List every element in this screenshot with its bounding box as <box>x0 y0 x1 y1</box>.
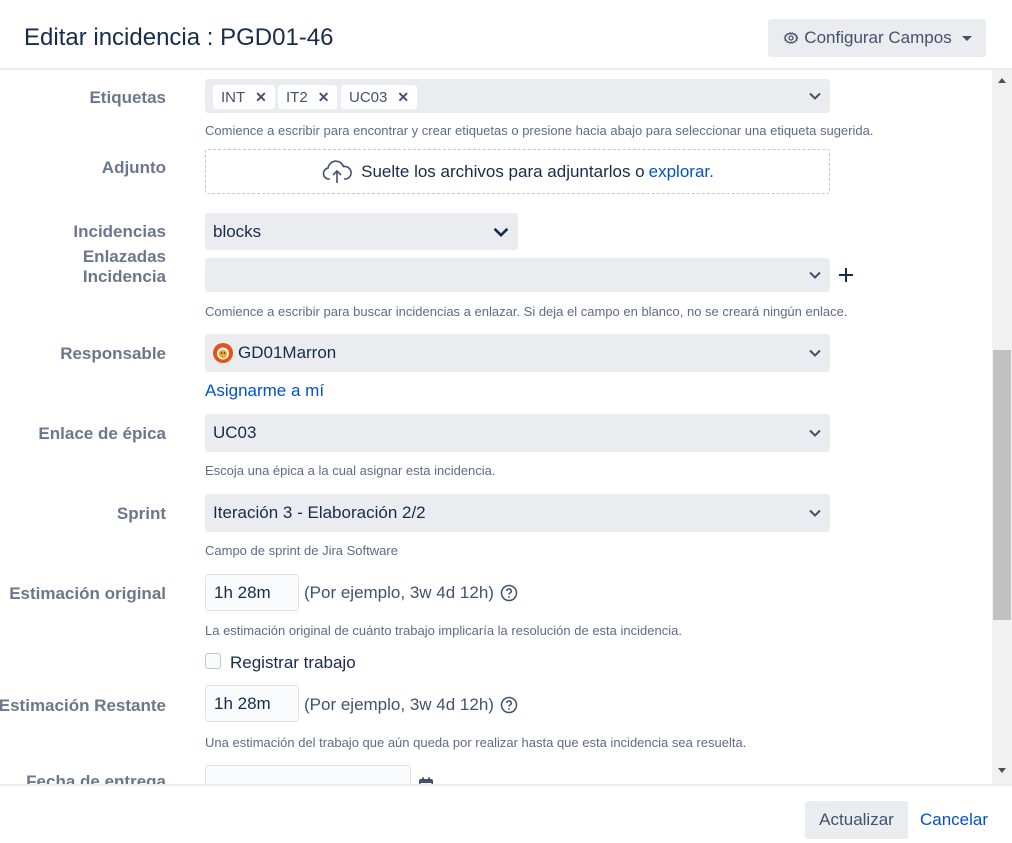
linked-issues-help: Comience a escribir para buscar incidenc… <box>205 304 848 319</box>
scroll-thumb[interactable] <box>993 350 1011 620</box>
gear-icon <box>783 32 799 44</box>
log-work-label: Registrar trabajo <box>230 653 356 672</box>
scrollbar[interactable] <box>992 70 1012 784</box>
linked-issues-label-line1: Incidencias <box>73 222 166 241</box>
dialog-header: Editar incidencia : PGD01-46 Configurar … <box>0 0 1012 70</box>
help-icon[interactable] <box>500 696 518 714</box>
original-estimate-value: 1h 28m <box>214 582 271 602</box>
attachment-dropzone[interactable]: Suelte los archivos para adjuntarlos o e… <box>205 149 830 194</box>
due-date-input[interactable] <box>205 765 411 784</box>
original-estimate-example: (Por ejemplo, 3w 4d 12h) <box>304 583 518 603</box>
epic-link-label: Enlace de épica <box>38 424 166 443</box>
dialog-content: Etiquetas INT ✕ IT2 ✕ UC03 ✕ Comience a esc… <box>0 70 992 784</box>
labels-field[interactable]: INT ✕ IT2 ✕ UC03 ✕ <box>205 79 830 113</box>
log-work-checkbox[interactable] <box>205 653 221 669</box>
remove-tag-icon[interactable]: ✕ <box>397 89 409 106</box>
help-icon[interactable] <box>500 584 518 602</box>
sprint-help: Campo de sprint de Jira Software <box>205 543 398 558</box>
labels-label: Etiquetas <box>89 88 166 107</box>
browse-link[interactable]: explorar. <box>649 162 714 182</box>
remaining-estimate-value: 1h 28m <box>214 693 271 713</box>
issue-label: Incidencia <box>82 267 166 286</box>
epic-link-value: UC03 <box>213 423 257 442</box>
epic-link-help: Escoja una épica a la cual asignar esta … <box>205 463 496 478</box>
cloud-upload-icon <box>322 159 352 183</box>
update-button[interactable]: Actualizar <box>805 801 908 839</box>
sprint-select[interactable]: Iteración 3 - Elaboración 2/2 <box>205 494 830 532</box>
labels-help: Comience a escribir para encontrar y cre… <box>205 123 874 138</box>
assignee-label: Responsable <box>60 344 166 363</box>
tag-uc03: UC03 ✕ <box>341 85 418 109</box>
remove-tag-icon[interactable]: ✕ <box>318 89 330 106</box>
chevron-down-icon[interactable] <box>808 506 822 520</box>
configure-fields-label: Configurar Campos <box>804 28 952 47</box>
dialog-footer: Actualizar Cancelar <box>0 784 1012 843</box>
linked-issues-label-line2: Enlazadas <box>82 247 166 266</box>
remaining-estimate-input[interactable]: 1h 28m <box>205 685 299 722</box>
linked-issue-input[interactable] <box>205 258 830 292</box>
sprint-value: Iteración 3 - Elaboración 2/2 <box>213 503 426 522</box>
original-estimate-label: Estimación original <box>9 584 166 603</box>
tag-int: INT ✕ <box>213 85 275 109</box>
assignee-select[interactable]: GD01Marron <box>205 334 830 372</box>
chevron-down-icon[interactable] <box>808 346 822 360</box>
chevron-down-icon[interactable] <box>808 426 822 440</box>
chevron-down-icon[interactable] <box>808 268 822 282</box>
link-type-select[interactable]: blocks <box>205 213 518 250</box>
caret-down-icon <box>961 35 972 41</box>
cancel-link[interactable]: Cancelar <box>920 810 988 830</box>
assignee-value: GD01Marron <box>238 343 337 362</box>
scroll-up-icon[interactable] <box>998 78 1006 83</box>
dialog-title: Editar incidencia : PGD01-46 <box>24 24 334 51</box>
remaining-estimate-help: Una estimación del trabajo que aún queda… <box>205 735 747 750</box>
tag-it2: IT2 ✕ <box>278 85 338 109</box>
original-estimate-input[interactable]: 1h 28m <box>205 574 299 611</box>
scroll-down-icon[interactable] <box>998 768 1006 773</box>
add-icon[interactable] <box>838 267 854 283</box>
epic-link-select[interactable]: UC03 <box>205 414 830 452</box>
sprint-label: Sprint <box>116 504 166 523</box>
original-estimate-help: La estimación original de cuánto trabajo… <box>205 623 682 638</box>
remaining-estimate-example: (Por ejemplo, 3w 4d 12h) <box>304 695 518 715</box>
configure-fields-button[interactable]: Configurar Campos <box>768 19 986 57</box>
attachment-label: Adjunto <box>101 158 166 177</box>
chevron-down-icon[interactable] <box>492 223 510 241</box>
due-date-label: Fecha de entrega <box>26 772 166 784</box>
assign-to-me-link[interactable]: Asignarme a mí <box>205 381 324 401</box>
chevron-down-icon[interactable] <box>808 89 822 103</box>
calendar-icon[interactable] <box>417 776 435 784</box>
avatar <box>213 343 233 363</box>
remaining-estimate-label: Estimación Restante <box>0 696 166 715</box>
link-type-value: blocks <box>213 221 262 241</box>
attachment-drop-text: Suelte los archivos para adjuntarlos o <box>361 161 645 181</box>
remove-tag-icon[interactable]: ✕ <box>255 89 267 106</box>
